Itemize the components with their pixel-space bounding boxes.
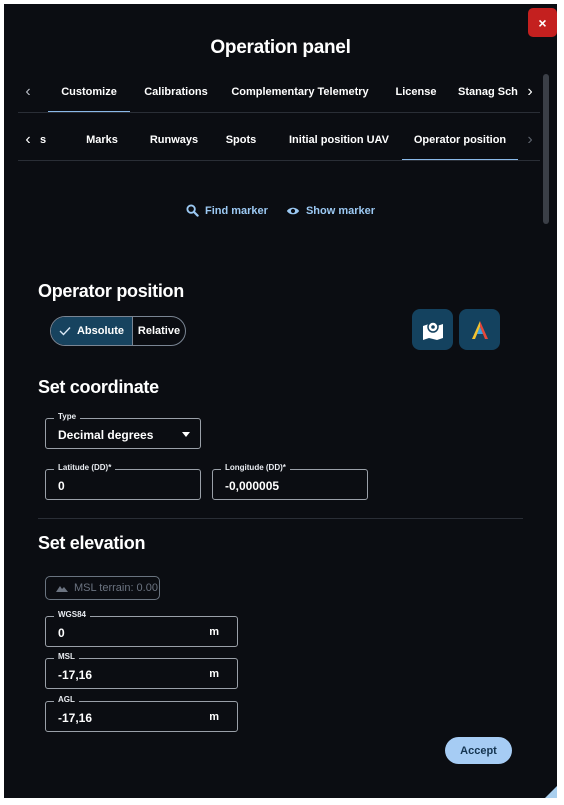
subtabs-prev-icon[interactable]: ‹	[18, 120, 38, 160]
panel-title: Operation panel	[210, 37, 351, 58]
tab-calibrations[interactable]: Calibrations	[138, 72, 214, 112]
map-pin-icon	[422, 320, 443, 340]
subtab-spots[interactable]: Spots	[218, 120, 264, 160]
subtabs-next-icon[interactable]: ›	[520, 120, 540, 160]
operation-panel: Operation panel ‹ Customize Calibrations…	[4, 4, 557, 798]
search-icon	[186, 204, 199, 217]
latitude-label: Latitude (DD)*	[54, 463, 116, 472]
relative-label: Relative	[137, 325, 181, 337]
msl-terrain-chip: MSL terrain: 0.00	[45, 576, 160, 600]
close-button[interactable]: ×	[528, 8, 557, 37]
marker-actions: Find marker Show marker	[4, 204, 557, 217]
type-label: Type	[54, 412, 81, 421]
accept-button[interactable]: Accept	[445, 737, 512, 764]
find-marker-label: Find marker	[204, 204, 268, 217]
msl-terrain-label: MSL terrain: 0.00	[74, 582, 158, 594]
tab-complementary-telemetry[interactable]: Complementary Telemetry	[226, 72, 374, 112]
position-mode-toggle: Absolute Relative	[50, 316, 186, 346]
relative-option[interactable]: Relative	[133, 317, 185, 345]
subtab-marks[interactable]: Marks	[74, 120, 130, 160]
check-icon	[59, 327, 71, 336]
show-marker-link[interactable]: Show marker	[286, 204, 375, 217]
agl-field[interactable]: AGL -17,16 m	[45, 695, 238, 732]
msl-unit: m	[209, 668, 219, 680]
subtab-partial[interactable]: s	[40, 120, 54, 160]
brand-logo-button[interactable]	[459, 309, 500, 350]
absolute-option[interactable]: Absolute	[51, 317, 133, 345]
agl-value: -17,16	[58, 711, 93, 725]
tab-bar-primary: ‹ Customize Calibrations Complementary T…	[18, 72, 540, 113]
wgs84-unit: m	[209, 626, 219, 638]
resize-handle[interactable]	[545, 786, 557, 798]
operator-position-heading: Operator position	[38, 281, 184, 301]
tab-license[interactable]: License	[386, 72, 446, 112]
chevron-down-icon	[182, 432, 190, 437]
latitude-field[interactable]: Latitude (DD)* 0	[45, 463, 201, 500]
subtab-initial-position-uav[interactable]: Initial position UAV	[280, 120, 398, 160]
tabs-next-icon[interactable]: ›	[520, 72, 540, 112]
longitude-label: Longitude (DD)*	[221, 463, 290, 472]
subtab-operator-position[interactable]: Operator position	[402, 120, 518, 160]
tab-stanag[interactable]: Stanag Sch	[458, 72, 520, 112]
tab-customize[interactable]: Customize	[48, 72, 130, 112]
msl-field[interactable]: MSL -17,16 m	[45, 652, 238, 689]
set-coordinate-heading: Set coordinate	[38, 377, 159, 397]
section-divider	[38, 518, 523, 519]
coordinate-type-select[interactable]: Type Decimal degrees	[45, 412, 201, 449]
terrain-icon	[56, 586, 68, 592]
tab-bar-secondary: ‹ s Marks Runways Spots Initial position…	[18, 120, 540, 161]
latitude-value: 0	[58, 479, 65, 493]
logo-icon	[471, 320, 488, 339]
set-elevation-heading: Set elevation	[38, 533, 146, 553]
wgs84-value: 0	[58, 626, 65, 640]
agl-unit: m	[209, 711, 219, 723]
scrollbar-thumb[interactable]	[543, 74, 549, 224]
eye-icon	[286, 207, 300, 214]
longitude-field[interactable]: Longitude (DD)* -0,000005	[212, 463, 368, 500]
agl-label: AGL	[54, 695, 79, 704]
subtab-runways[interactable]: Runways	[142, 120, 206, 160]
absolute-label: Absolute	[76, 325, 125, 337]
type-value: Decimal degrees	[58, 428, 154, 442]
wgs84-field[interactable]: WGS84 0 m	[45, 610, 238, 647]
msl-label: MSL	[54, 652, 79, 661]
show-marker-label: Show marker	[305, 204, 376, 217]
wgs84-label: WGS84	[54, 610, 91, 619]
tabs-prev-icon[interactable]: ‹	[18, 72, 38, 112]
map-location-button[interactable]	[412, 309, 453, 350]
find-marker-link[interactable]: Find marker	[186, 204, 268, 217]
longitude-value: -0,000005	[225, 479, 280, 493]
msl-value: -17,16	[58, 668, 93, 682]
